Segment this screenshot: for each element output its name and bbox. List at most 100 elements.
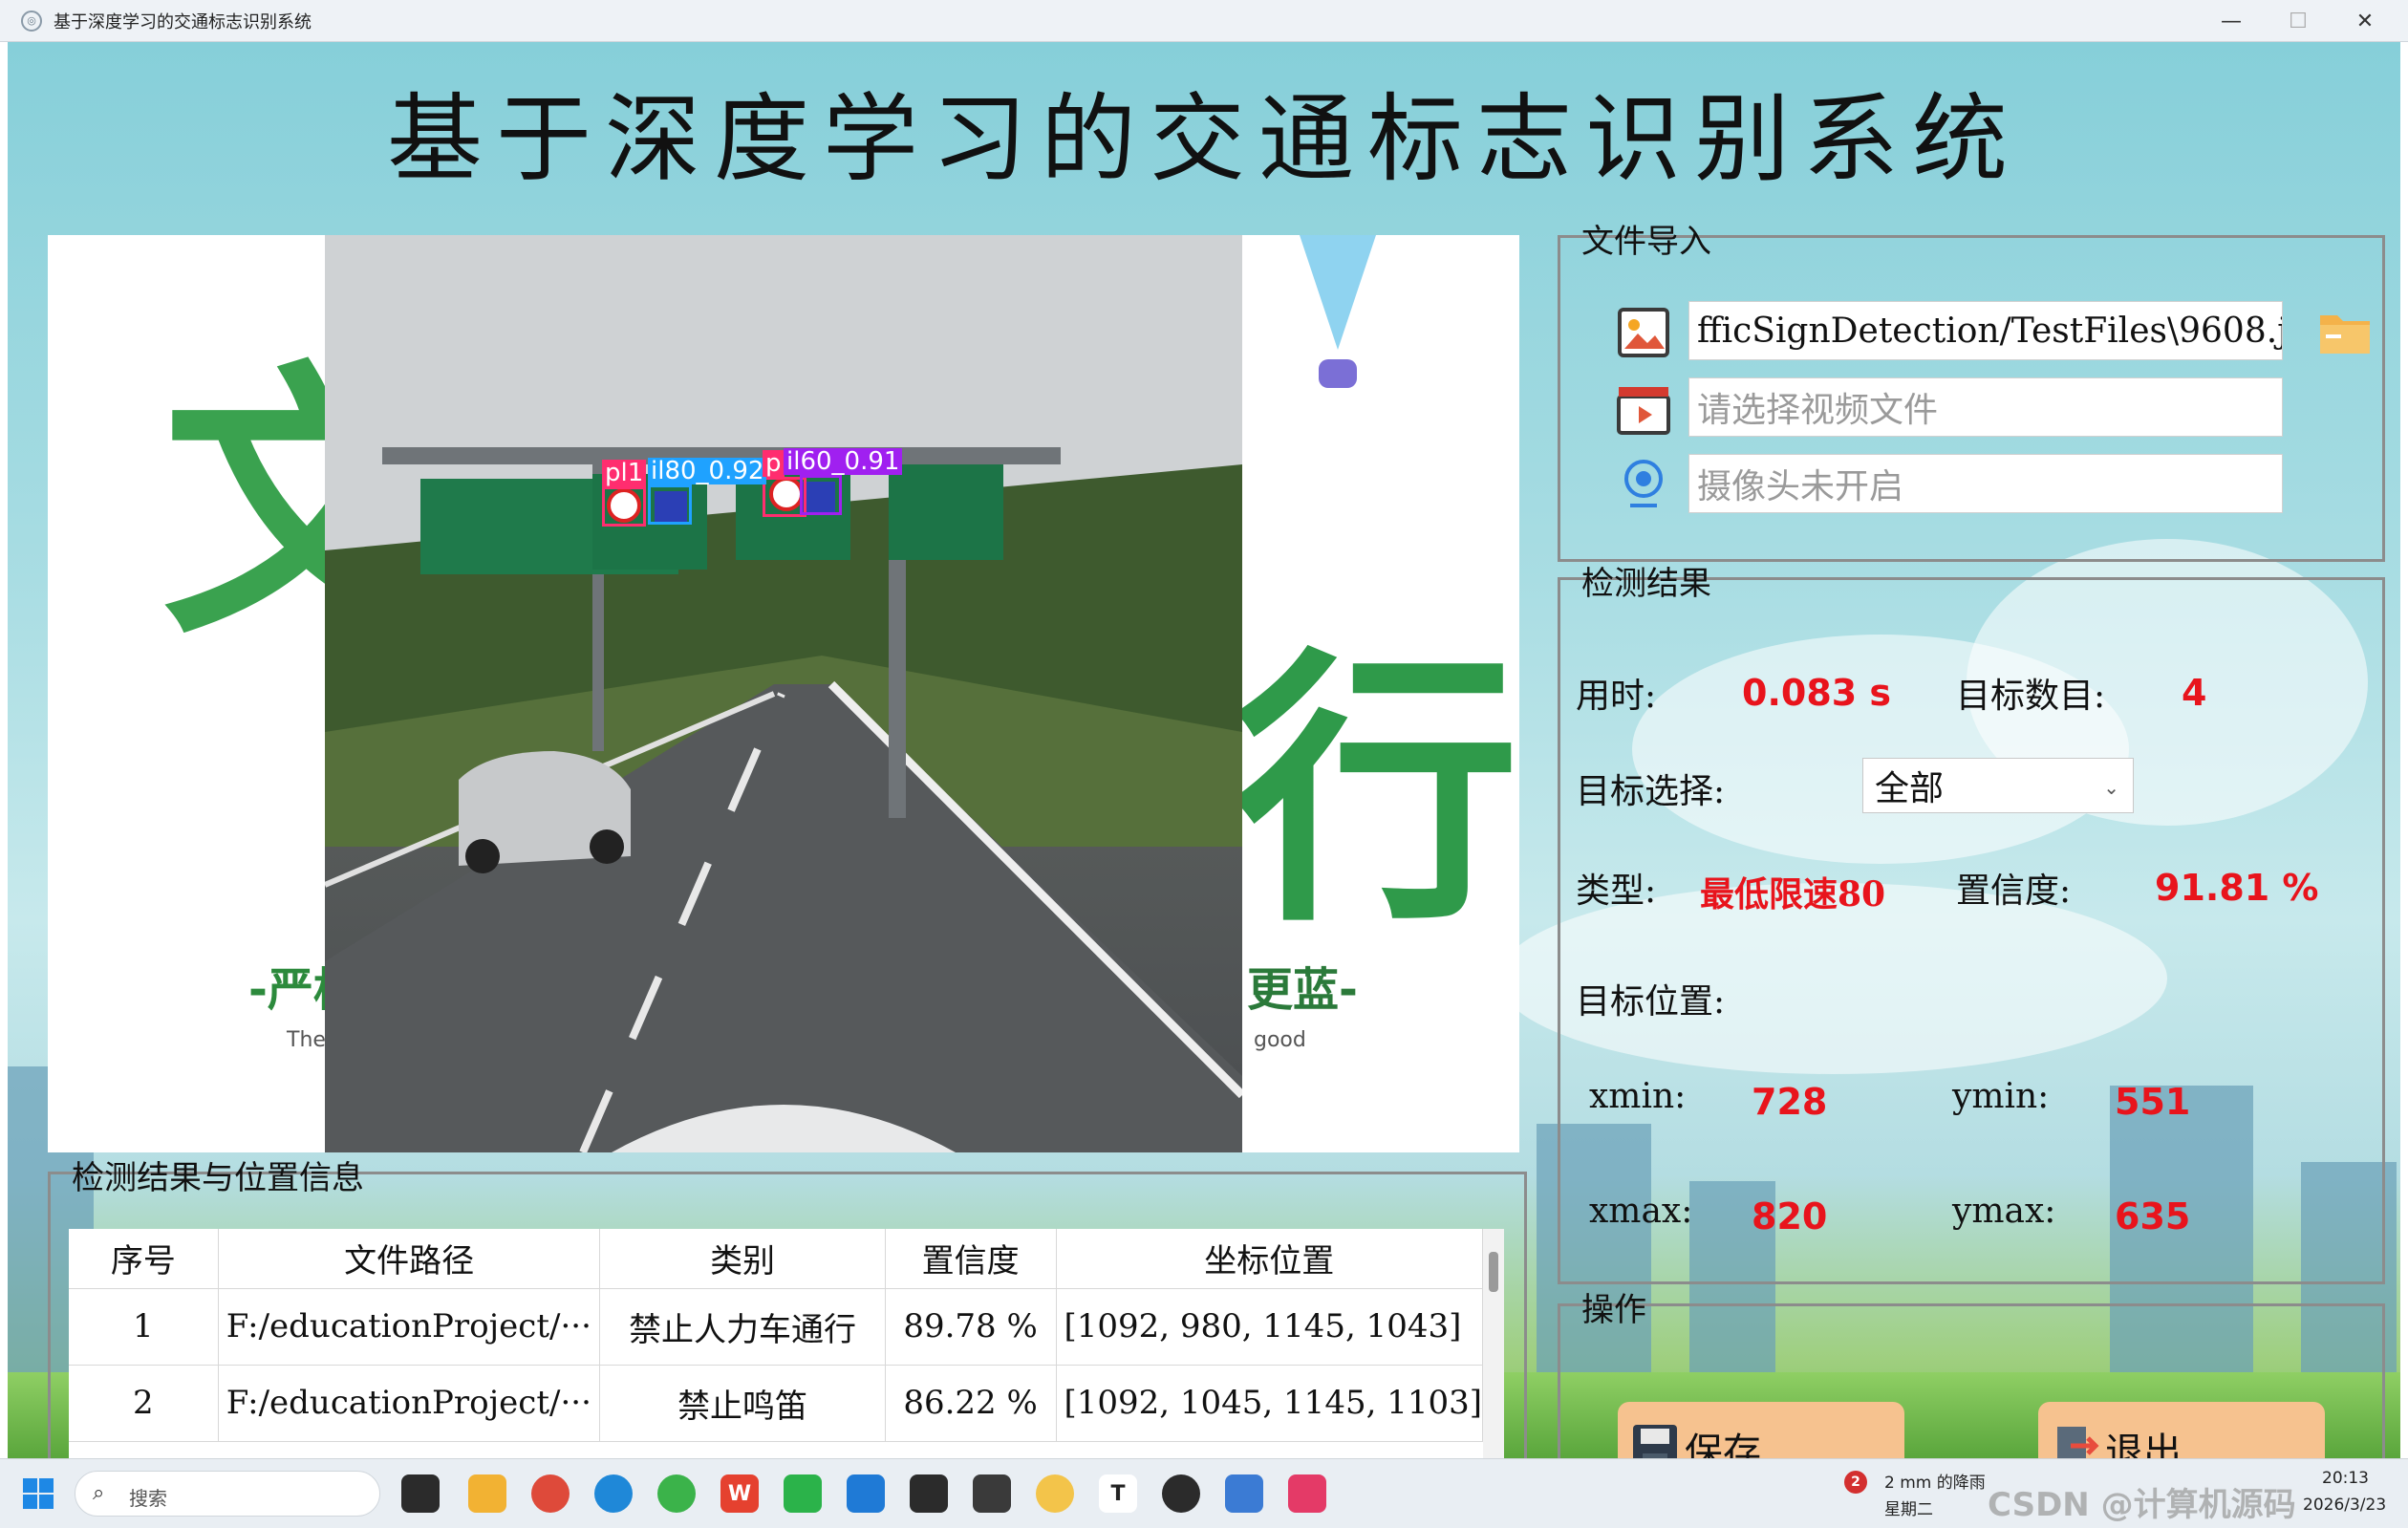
target-select-value: 全部 [1875,769,1945,808]
table-cell: 禁止鸣笛 [599,1365,886,1442]
time-value: 0.083 s [1742,672,1892,714]
group-title: 操作 [1581,1291,1646,1329]
result-table[interactable]: 序号 文件路径 类别 置信度 坐标位置 1 F:/educationProjec… [69,1229,1504,1458]
xmin-label: xmin: [1589,1077,1687,1116]
detection-label: p [763,450,785,477]
file-import-group: 文件导入 fficSignDetection/TestFiles\9608.jp… [1558,223,2385,562]
detection-label: il60_0.91 [784,448,903,475]
taskbar: ⌕ 搜索 W T 2 2 mm 的降雨 星期二 CSDN @计算机源码 20:1… [0,1458,2408,1528]
video-path-field[interactable]: 请选择视频文件 [1688,377,2283,437]
image-icon[interactable] [1614,305,1673,360]
xmax-value: 820 [1752,1195,1828,1237]
wps-icon[interactable]: W [720,1474,759,1513]
terminal-icon[interactable] [973,1474,1011,1513]
table-row[interactable]: 1 F:/educationProject/··· 禁止人力车通行 89.78 … [69,1288,1483,1366]
camera-status-field[interactable]: 摄像头未开启 [1688,454,2283,513]
detection-box [800,475,842,515]
clock-date[interactable]: 2026/3/23 [2303,1496,2386,1515]
target-select-label: 目标选择: [1576,772,1726,811]
weather-text[interactable]: 2 mm 的降雨 [1884,1469,1986,1493]
exit-door-icon [2057,1427,2099,1458]
group-title: 文件导入 [1581,223,1711,261]
watermark-text: CSDN @计算机源码 [1988,1486,2296,1524]
taskbar-search-box[interactable]: ⌕ 搜索 [75,1471,380,1517]
xmin-value: 728 [1752,1081,1828,1123]
search-placeholder: 搜索 [129,1487,167,1510]
table-row[interactable]: 2 F:/educationProject/··· 禁止鸣笛 86.22 % [… [69,1365,1483,1442]
table-cell: F:/educationProject/··· [218,1288,601,1366]
window-title: 基于深度学习的交通标志识别系统 [54,11,312,32]
python-app-icon[interactable] [1225,1474,1263,1513]
group-title: 检测结果 [1581,565,1711,603]
qq-icon[interactable] [1162,1474,1200,1513]
confidence-label: 置信度: [1956,872,2072,911]
file-explorer-icon[interactable] [468,1474,506,1513]
weekday-text: 星期二 [1884,1500,1933,1519]
table-header-row: 序号 文件路径 类别 置信度 坐标位置 [69,1229,1483,1289]
balloon-decoration [1300,235,1376,388]
maximize-button[interactable]: ☐ [2265,0,2332,42]
table-cell: [1092, 980, 1145, 1043] [1056,1288,1483,1366]
save-button[interactable]: 保存 [1618,1402,1904,1458]
app-icon-pink[interactable] [1288,1474,1326,1513]
wechat-icon[interactable] [784,1474,822,1513]
detection-result-group: 检测结果 用时: 0.083 s 目标数目: 4 目标选择: 全部 ⌄ 类型: … [1558,565,2385,1284]
video-icon[interactable] [1614,381,1673,437]
image-display-panel: 文 行 -严格 更蓝- The m good pl1 il80_0.92 p i… [48,235,1519,1152]
column-header[interactable]: 序号 [69,1229,219,1289]
road-scene [325,235,1242,1152]
type-label: 类型: [1576,872,1657,911]
column-header[interactable]: 坐标位置 [1056,1229,1483,1289]
ymin-label: ymin: [1952,1077,2050,1116]
table-cell: [1092, 1045, 1145, 1103] [1056,1365,1483,1442]
exit-button[interactable]: 退出 [2038,1402,2325,1458]
vscode-icon[interactable] [847,1474,885,1513]
position-label: 目标位置: [1576,982,1726,1022]
type-value: 最低限速80 [1700,874,1886,915]
table-cell: 禁止人力车通行 [599,1288,886,1366]
notification-badge[interactable]: 2 [1844,1471,1867,1494]
clock-time[interactable]: 20:13 [2322,1469,2369,1488]
confidence-value: 91.81 % [2155,867,2319,909]
xmax-label: xmax: [1589,1192,1693,1231]
windows-start-icon[interactable] [19,1474,57,1513]
save-icon [1633,1425,1677,1458]
poster-caption: good [1254,1028,1306,1052]
save-button-label: 保存 [1685,1431,1761,1458]
count-value: 4 [2182,672,2207,714]
target-select-dropdown[interactable]: 全部 ⌄ [1862,758,2134,813]
detected-road-photo: pl1 il80_0.92 p il60_0.91 [325,235,1242,1152]
table-scrollbar[interactable] [1483,1229,1504,1458]
window-titlebar: ◎ 基于深度学习的交通标志识别系统 — ☐ ✕ [0,0,2408,42]
close-button[interactable]: ✕ [2332,0,2398,42]
column-header[interactable]: 置信度 [885,1229,1057,1289]
app-icon-yellow[interactable] [1036,1474,1074,1513]
browser-icon[interactable] [657,1474,696,1513]
ymax-label: ymax: [1952,1192,2056,1231]
detection-box [648,484,692,525]
task-view-icon[interactable] [401,1474,440,1513]
table-cell: 2 [69,1365,219,1442]
count-label: 目标数目: [1956,677,2106,716]
poster-slogan: 更蓝- [1247,963,1358,1017]
text-editor-icon[interactable]: T [1099,1474,1137,1513]
chrome-icon[interactable] [531,1474,570,1513]
table-cell: 1 [69,1288,219,1366]
jetbrains-icon[interactable] [910,1474,948,1513]
table-cell: F:/educationProject/··· [218,1365,601,1442]
camera-icon[interactable] [1614,456,1673,511]
edge-icon[interactable] [594,1474,633,1513]
poster-char: 行 [1233,626,1519,959]
exit-button-label: 退出 [2105,1431,2182,1458]
column-header[interactable]: 类别 [599,1229,886,1289]
ymin-value: 551 [2115,1081,2191,1123]
app-icon: ◎ [21,10,42,32]
page-title: 基于深度学习的交通标志识别系统 [387,83,2021,195]
minimize-button[interactable]: — [2198,0,2265,42]
scrollbar-thumb[interactable] [1489,1252,1498,1292]
image-path-field[interactable]: fficSignDetection/TestFiles\9608.jpg [1688,301,2283,360]
chevron-down-icon: ⌄ [2103,776,2119,799]
column-header[interactable]: 文件路径 [218,1229,601,1289]
ymax-value: 635 [2115,1195,2191,1237]
folder-icon[interactable] [2315,305,2375,360]
